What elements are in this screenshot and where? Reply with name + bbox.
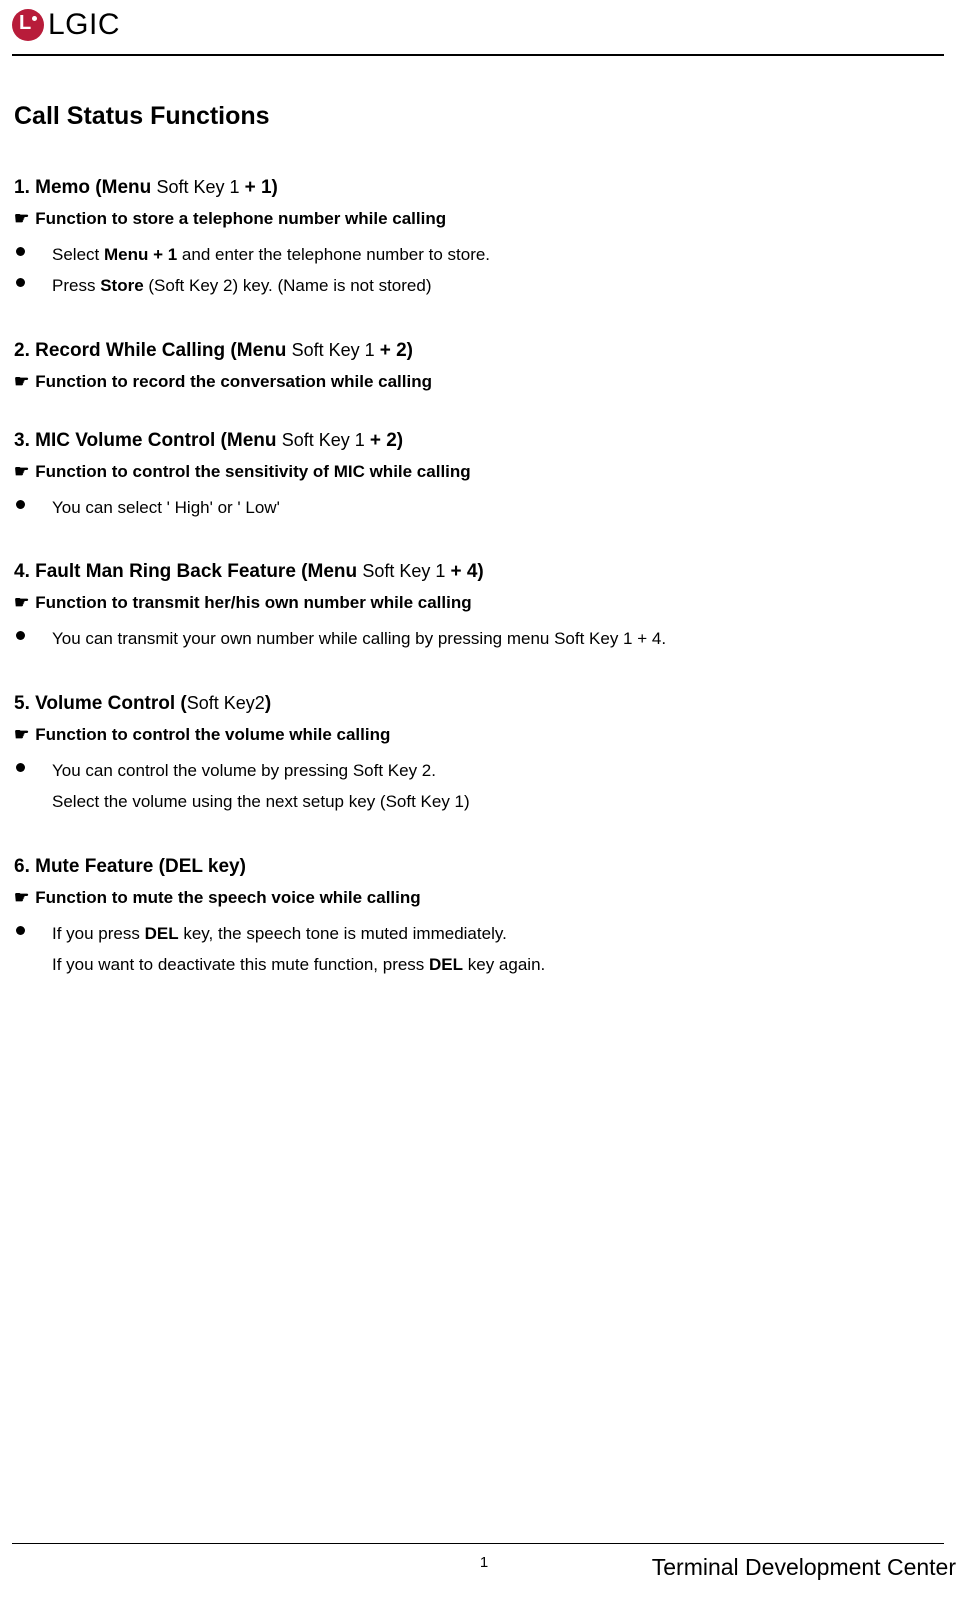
function-text: Function to control the volume while cal… <box>35 725 390 744</box>
pointer-icon: ☛ <box>14 209 29 228</box>
item-pre: Press <box>52 276 100 295</box>
section-2: 2. Record While Calling (Menu Soft Key 1… <box>14 340 942 392</box>
section-heading: 2. Record While Calling (Menu Soft Key 1… <box>14 340 942 362</box>
list-item: Press Store (Soft Key 2) key. (Name is n… <box>14 270 942 301</box>
section-number: 1. <box>14 177 35 198</box>
bullet-list: You can transmit your own number while c… <box>14 623 942 654</box>
page-number: 1 <box>480 1554 488 1571</box>
pointer-icon: ☛ <box>14 462 29 481</box>
header: LGIC <box>0 0 956 54</box>
bullet-list: Select Menu + 1 and enter the telephone … <box>14 239 942 302</box>
section-title-key: Soft Key 1 <box>292 340 380 360</box>
item-bold: Store <box>100 276 143 295</box>
function-text: Function to mute the speech voice while … <box>35 888 420 907</box>
logo-text: LGIC <box>48 8 120 42</box>
function-description: ☛ Function to record the conversation whi… <box>14 372 942 392</box>
item-post: key, the speech tone is muted immediatel… <box>179 924 507 943</box>
section-title-a: Memo (Menu <box>35 177 156 198</box>
bullet-list: You can select ' High' or ' Low' <box>14 492 942 523</box>
list-item: You can select ' High' or ' Low' <box>14 492 942 523</box>
function-text: Function to record the conversation whil… <box>35 372 432 391</box>
section-heading: 3. MIC Volume Control (Menu Soft Key 1 +… <box>14 430 942 452</box>
bullet-icon <box>16 631 25 640</box>
item-bold: DEL <box>429 955 463 974</box>
list-item: If you want to deactivate this mute func… <box>14 949 942 980</box>
footer-text: Terminal Development Center <box>652 1554 956 1581</box>
item-post: key again. <box>463 955 545 974</box>
section-number: 2. <box>14 340 35 361</box>
lg-logo-icon <box>12 9 44 41</box>
section-title-a: Mute Feature (DEL key) <box>35 856 246 877</box>
section-title-key: Soft Key 1 <box>157 177 245 197</box>
section-title-a: Fault Man Ring Back Feature (Menu <box>35 561 362 582</box>
function-description: ☛ Function to store a telephone number wh… <box>14 209 942 229</box>
section-title-key: Soft Key 1 <box>282 430 370 450</box>
item-pre: Select the volume using the next setup k… <box>52 792 470 811</box>
bullet-icon <box>16 500 25 509</box>
page-title: Call Status Functions <box>14 102 942 131</box>
footer-divider <box>12 1543 944 1544</box>
function-text: Function to transmit her/his own number … <box>35 593 471 612</box>
section-heading: 5. Volume Control (Soft Key2) <box>14 693 942 715</box>
item-bold: DEL <box>145 924 179 943</box>
section-heading: 6. Mute Feature (DEL key) <box>14 856 942 878</box>
section-title-b: + 2) <box>380 340 413 361</box>
function-text: Function to store a telephone number whi… <box>35 209 446 228</box>
section-title-a: Record While Calling (Menu <box>35 340 292 361</box>
pointer-icon: ☛ <box>14 372 29 391</box>
bullet-list: You can control the volume by pressing S… <box>14 755 942 818</box>
section-6: 6. Mute Feature (DEL key) ☛ Function to mu… <box>14 856 942 981</box>
section-title-key: Soft Key 1 <box>362 561 450 581</box>
function-text: Function to control the sensitivity of M… <box>35 462 470 481</box>
item-pre: You can control the volume by pressing S… <box>52 761 436 780</box>
item-pre: You can select ' High' or ' Low' <box>52 498 280 517</box>
section-number: 4. <box>14 561 35 582</box>
bullet-icon <box>16 278 25 287</box>
item-post: and enter the telephone number to store. <box>177 245 490 264</box>
content: Call Status Functions 1. Memo (Menu Soft… <box>0 56 956 981</box>
bullet-list: If you press DEL key, the speech tone is… <box>14 918 942 981</box>
footer: 1 Terminal Development Center <box>12 1543 956 1581</box>
bullet-icon <box>16 763 25 772</box>
section-number: 6. <box>14 856 35 877</box>
section-3: 3. MIC Volume Control (Menu Soft Key 1 +… <box>14 430 942 523</box>
item-pre: If you want to deactivate this mute func… <box>52 955 429 974</box>
list-item: You can transmit your own number while c… <box>14 623 942 654</box>
section-number: 3. <box>14 430 35 451</box>
section-heading: 4. Fault Man Ring Back Feature (Menu Sof… <box>14 561 942 583</box>
section-title-a: Volume Control ( <box>35 693 187 714</box>
section-number: 5. <box>14 693 35 714</box>
item-post: (Soft Key 2) key. (Name is not stored) <box>144 276 432 295</box>
section-5: 5. Volume Control (Soft Key2) ☛ Function t… <box>14 693 942 818</box>
section-title-b: + 1) <box>245 177 278 198</box>
section-title-b: + 2) <box>370 430 403 451</box>
list-item: If you press DEL key, the speech tone is… <box>14 918 942 949</box>
item-pre: If you press <box>52 924 145 943</box>
bullet-icon <box>16 247 25 256</box>
bullet-icon <box>16 926 25 935</box>
section-title-b: + 4) <box>450 561 483 582</box>
section-1: 1. Memo (Menu Soft Key 1 + 1) ☛ Function t… <box>14 177 942 302</box>
function-description: ☛ Function to control the volume while ca… <box>14 725 942 745</box>
list-item: Select the volume using the next setup k… <box>14 786 942 817</box>
section-heading: 1. Memo (Menu Soft Key 1 + 1) <box>14 177 942 199</box>
item-pre: You can transmit your own number while c… <box>52 629 666 648</box>
section-title-key: Soft Key2 <box>187 693 265 713</box>
item-pre: Select <box>52 245 104 264</box>
section-title-b: ) <box>265 693 271 714</box>
function-description: ☛ Function to control the sensitivity of … <box>14 462 942 482</box>
section-4: 4. Fault Man Ring Back Feature (Menu Sof… <box>14 561 942 654</box>
pointer-icon: ☛ <box>14 888 29 907</box>
list-item: You can control the volume by pressing S… <box>14 755 942 786</box>
pointer-icon: ☛ <box>14 725 29 744</box>
logo: LGIC <box>12 8 120 42</box>
function-description: ☛ Function to transmit her/his own number… <box>14 593 942 613</box>
list-item: Select Menu + 1 and enter the telephone … <box>14 239 942 270</box>
function-description: ☛ Function to mute the speech voice while… <box>14 888 942 908</box>
item-bold: Menu + 1 <box>104 245 177 264</box>
section-title-a: MIC Volume Control (Menu <box>35 430 282 451</box>
pointer-icon: ☛ <box>14 593 29 612</box>
